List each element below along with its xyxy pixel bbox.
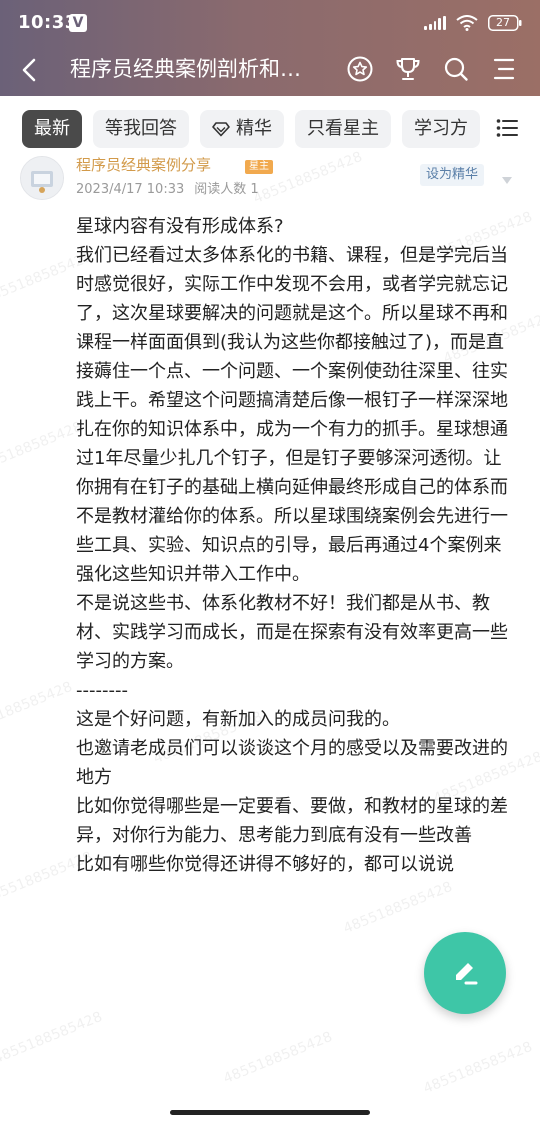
wifi-icon	[456, 15, 478, 31]
tab-waiting-answer[interactable]: 等我回答	[93, 110, 189, 148]
read-count: 阅读人数 1	[194, 182, 259, 197]
menu-button[interactable]	[490, 52, 518, 86]
tab-latest[interactable]: 最新	[22, 110, 82, 148]
watermark: 4855188585428	[0, 1008, 105, 1068]
post-paragraph: 比如你觉得哪些是一定要看、要做，和教材的星球的差异，对你行为能力、思考能力到底有…	[76, 796, 508, 846]
list-icon	[496, 119, 518, 137]
nav-header: 程序员经典案例剖析和…	[0, 44, 540, 96]
tab-label: 只看星主	[307, 118, 379, 139]
post-paragraph: 也邀请老成员们可以谈谈这个月的感受以及需要改进的地方	[76, 738, 508, 788]
watermark: 4855188585428	[221, 1028, 335, 1088]
diamond-icon	[212, 122, 230, 137]
avatar-image-icon	[21, 157, 63, 199]
tab-owner-only[interactable]: 只看星主	[295, 110, 391, 148]
status-indicators: 27	[424, 12, 522, 34]
tab-label: 学习方	[414, 118, 468, 139]
nav-actions	[346, 52, 518, 86]
trophy-button[interactable]	[394, 52, 422, 86]
tab-label: 最新	[34, 118, 70, 139]
author-name[interactable]: 程序员经典案例分享	[76, 156, 211, 174]
trophy-icon	[396, 58, 420, 80]
tab-featured[interactable]: 精华	[200, 110, 284, 148]
filter-tabs: 最新 等我回答 精华 只看星主 学习方	[22, 110, 492, 148]
post-body: 星球内容有没有形成体系? 我们已经看过太多体系化的书籍、课程，但是学完后当时感觉…	[76, 212, 516, 879]
signal-icon	[424, 16, 446, 30]
set-featured-button[interactable]: 设为精华	[419, 164, 484, 186]
back-button[interactable]	[14, 52, 46, 88]
menu-icon	[493, 58, 515, 80]
tab-label: 精华	[236, 118, 272, 139]
star-circle-icon	[347, 56, 373, 82]
watermark: 4855188585428	[421, 1038, 535, 1098]
notification-app-icon: V	[69, 14, 87, 32]
post-paragraph: --------	[76, 680, 128, 701]
back-icon	[22, 58, 36, 82]
home-indicator[interactable]	[170, 1110, 370, 1115]
post-paragraph: 不是说这些书、体系化教材不好！我们都是从书、教材、实践学习而成长，而是在探索有没…	[76, 593, 508, 672]
battery-level: 27	[496, 16, 510, 29]
post-paragraph: 星球内容有没有形成体系?	[76, 216, 284, 237]
tab-label: 等我回答	[105, 118, 177, 139]
search-icon	[444, 57, 468, 81]
author-avatar[interactable]	[20, 156, 64, 200]
post-paragraph: 我们已经看过太多体系化的书籍、课程，但是学完后当时感觉很好，实际工作中发现不会用…	[76, 245, 508, 585]
compose-button[interactable]	[424, 932, 506, 1014]
star-circle-button[interactable]	[346, 52, 374, 86]
status-bar: 10:33 V 27	[0, 0, 540, 44]
post-date: 2023/4/17 10:33	[76, 182, 185, 197]
watermark: 4855188585428	[341, 878, 455, 938]
tab-list-button[interactable]	[496, 118, 518, 138]
edit-pencil-icon	[456, 963, 478, 985]
post-paragraph: 比如有哪些你觉得还讲得不够好的，都可以说说	[76, 854, 454, 875]
battery-icon: 27	[488, 15, 522, 31]
post-header: 程序员经典案例分享 星主 2023/4/17 10:33 阅读人数 1 设为精华	[0, 150, 540, 204]
post-meta: 2023/4/17 10:33 阅读人数 1	[76, 182, 259, 198]
post-paragraph: 这是个好问题，有新加入的成员问我的。	[76, 709, 400, 730]
watermark: 4855188585428	[0, 418, 85, 478]
post-menu-button[interactable]	[502, 170, 512, 184]
caret-down-icon	[502, 177, 512, 184]
tab-study[interactable]: 学习方	[402, 110, 480, 148]
owner-badge: 星主	[245, 160, 273, 174]
page-title: 程序员经典案例剖析和…	[70, 57, 301, 81]
search-button[interactable]	[442, 52, 470, 86]
watermark: 4855188585428	[0, 678, 75, 738]
